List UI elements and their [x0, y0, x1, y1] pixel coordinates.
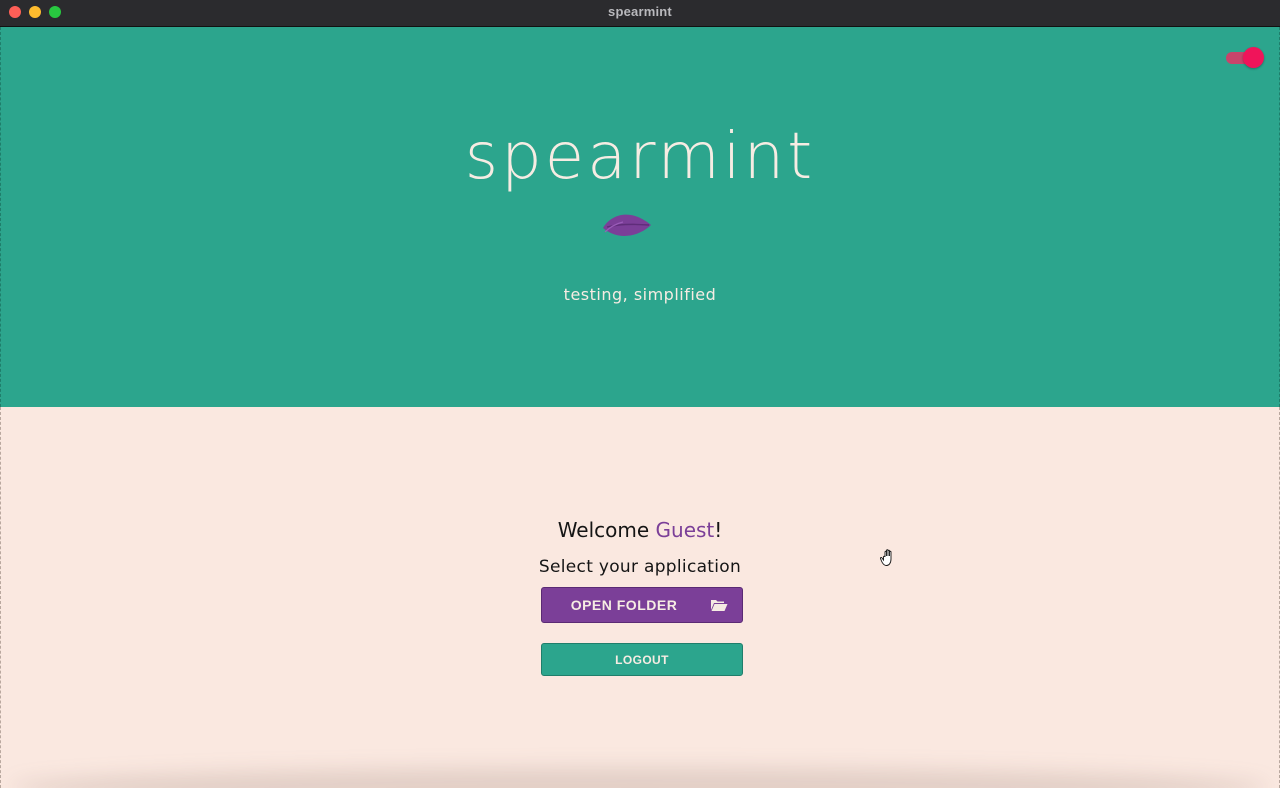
welcome-message: Welcome Guest!	[1, 518, 1279, 542]
user-name: Guest	[655, 518, 715, 542]
hero-banner: spearmint testing, simplified	[0, 27, 1280, 407]
select-application-prompt: Select your application	[538, 557, 742, 577]
app-title: spearmint	[464, 120, 816, 194]
theme-toggle[interactable]	[1226, 47, 1264, 69]
hand-cursor-icon	[880, 549, 892, 566]
leaf-icon	[603, 214, 651, 236]
welcome-suffix: !	[714, 518, 723, 542]
window-title: spearmint	[608, 4, 672, 19]
folder-open-icon	[711, 600, 728, 611]
logout-button[interactable]: LOGOUT	[541, 643, 743, 676]
main-content: Welcome Guest! Select your application O…	[0, 407, 1280, 788]
toggle-knob	[1243, 47, 1264, 68]
open-folder-label: OPEN FOLDER	[570, 597, 678, 613]
tagline: testing, simplified	[563, 285, 717, 304]
bottom-shadow	[11, 768, 1269, 788]
app-window: spearmint spearmint testing, simplified …	[0, 0, 1280, 788]
title-bar[interactable]: spearmint	[0, 0, 1280, 27]
welcome-prefix: Welcome	[557, 518, 656, 542]
open-folder-button[interactable]: OPEN FOLDER	[541, 587, 743, 623]
